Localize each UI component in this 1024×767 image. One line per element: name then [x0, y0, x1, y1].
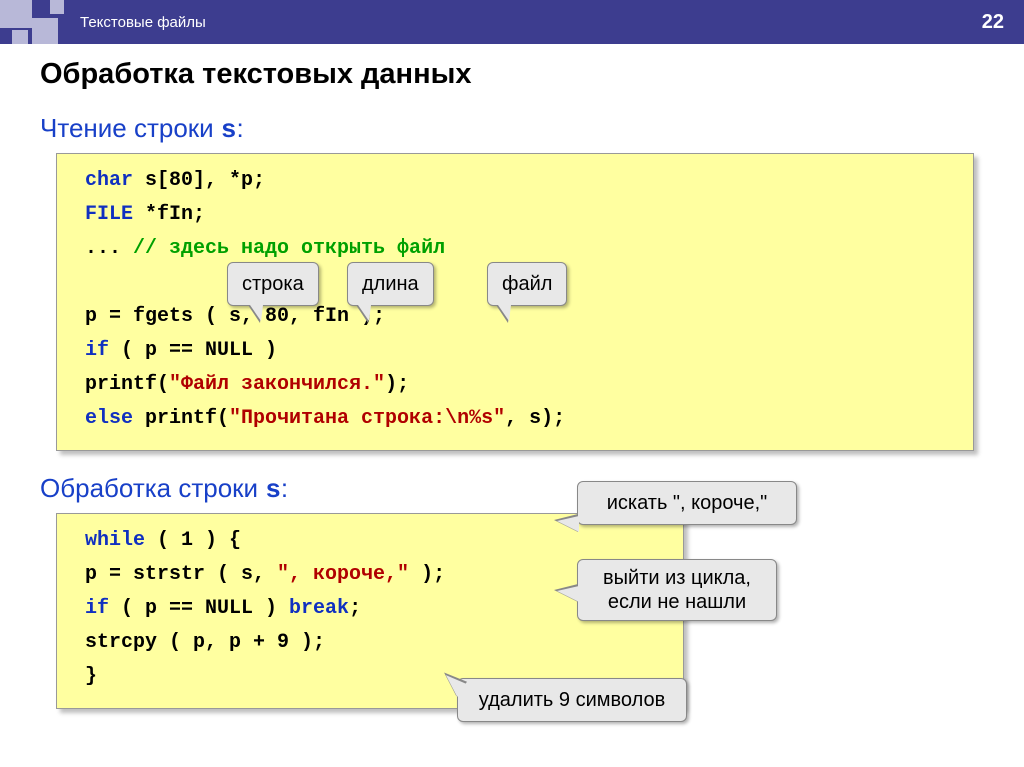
header-decoration: [0, 0, 70, 44]
section2-title: Обработка строки s:: [40, 473, 984, 505]
page-number: 22: [982, 11, 1004, 34]
callout-stroka: строка: [227, 262, 319, 306]
slide-header: Текстовые файлы 22: [0, 0, 1024, 44]
header-title: Текстовые файлы: [80, 14, 982, 31]
callout-search: искать ", короче,": [577, 481, 797, 525]
code-block-1: char s[80], *p; FILE *fIn; ... // здесь …: [56, 153, 974, 451]
section1-title: Чтение строки s:: [40, 113, 984, 145]
callout-delete: удалить 9 символов: [457, 678, 687, 722]
slide-body: Обработка текстовых данных Чтение строки…: [0, 44, 1024, 709]
main-title: Обработка текстовых данных: [40, 58, 984, 91]
code-block-2: while ( 1 ) { p = strstr ( s, ", короче,…: [56, 513, 684, 709]
callout-exit: выйти из цикла, если не нашли: [577, 559, 777, 621]
callout-file: файл: [487, 262, 567, 306]
callout-dlina: длина: [347, 262, 434, 306]
